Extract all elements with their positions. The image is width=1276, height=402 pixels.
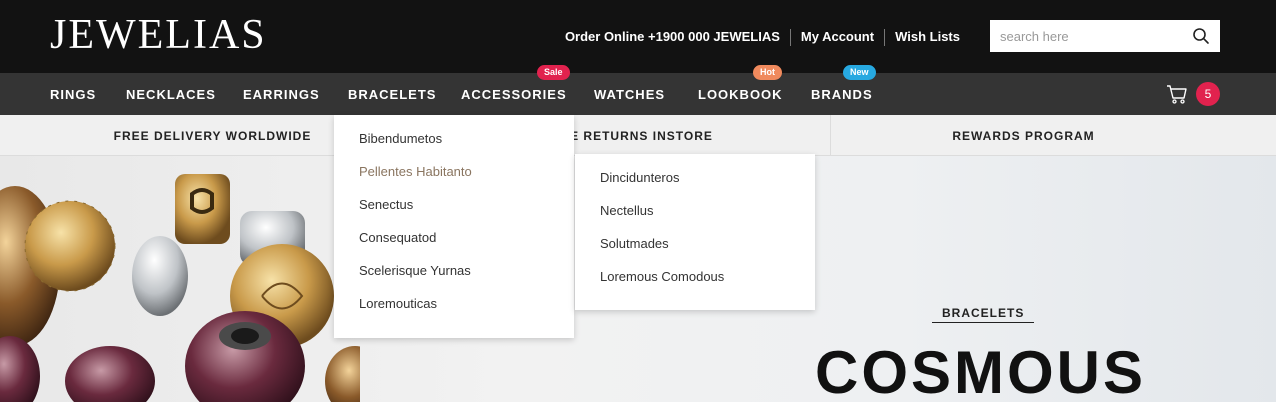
dropdown-item[interactable]: Consequatod	[359, 230, 436, 246]
nav-item-accessories[interactable]: ACCESSORIES	[461, 87, 567, 103]
logo[interactable]: JEWELIAS	[50, 12, 267, 58]
nav-item-earrings[interactable]: EARRINGS	[243, 87, 320, 103]
nav-item-necklaces[interactable]: NECKLACES	[126, 87, 216, 103]
cart-count-badge[interactable]: 5	[1196, 82, 1220, 106]
dropdown-item[interactable]: Senectus	[359, 197, 413, 213]
hot-badge: Hot	[753, 65, 782, 80]
submenu-item[interactable]: Solutmades	[600, 236, 669, 252]
bracelets-dropdown: Bibendumetos Pellentes Habitanto Senectu…	[334, 115, 574, 338]
dropdown-item[interactable]: Scelerisque Yurnas	[359, 263, 471, 279]
nav-item-rings[interactable]: RINGS	[50, 87, 96, 103]
dropdown-item[interactable]: Loremouticas	[359, 296, 437, 312]
dropdown-item[interactable]: Bibendumetos	[359, 131, 442, 147]
bracelet-charms-image	[0, 174, 360, 402]
top-links: Order Online +1900 000 JEWELIAS My Accou…	[555, 28, 970, 46]
sale-badge-label: Sale	[537, 65, 570, 80]
new-badge: New	[843, 65, 876, 80]
nav-item-bracelets[interactable]: BRACELETS	[348, 87, 436, 103]
dropdown-item-active[interactable]: Pellentes Habitanto	[359, 164, 472, 180]
search-icon[interactable]	[1192, 27, 1210, 45]
search-box	[990, 20, 1220, 52]
top-header: JEWELIAS Order Online +1900 000 JEWELIAS…	[0, 0, 1276, 73]
order-online-link[interactable]: Order Online +1900 000 JEWELIAS	[555, 28, 790, 46]
nav-item-lookbook[interactable]: LOOKBOOK	[698, 87, 783, 103]
promo-rewards[interactable]: REWARDS PROGRAM	[831, 115, 1216, 155]
nav-item-brands[interactable]: BRANDS	[811, 87, 873, 103]
promo-strip: FREE DELIVERY WORLDWIDE FREE RETURNS INS…	[0, 115, 1276, 156]
submenu-item[interactable]: Loremous Comodous	[600, 269, 724, 285]
submenu-item[interactable]: Dincidunteros	[600, 170, 680, 186]
search-input[interactable]	[990, 20, 1180, 52]
cart-icon[interactable]	[1166, 83, 1188, 105]
main-nav: RINGS NECKLACES EARRINGS BRACELETS ACCES…	[0, 73, 1276, 115]
nav-item-watches[interactable]: WATCHES	[594, 87, 665, 103]
hero-title: COSMOUS	[815, 339, 1147, 402]
submenu-dropdown: Dincidunteros Nectellus Solutmades Lorem…	[575, 154, 815, 310]
wish-lists-link[interactable]: Wish Lists	[885, 28, 970, 46]
my-account-link[interactable]: My Account	[791, 28, 884, 46]
submenu-item[interactable]: Nectellus	[600, 203, 653, 219]
hero-kicker[interactable]: BRACELETS	[932, 306, 1035, 323]
